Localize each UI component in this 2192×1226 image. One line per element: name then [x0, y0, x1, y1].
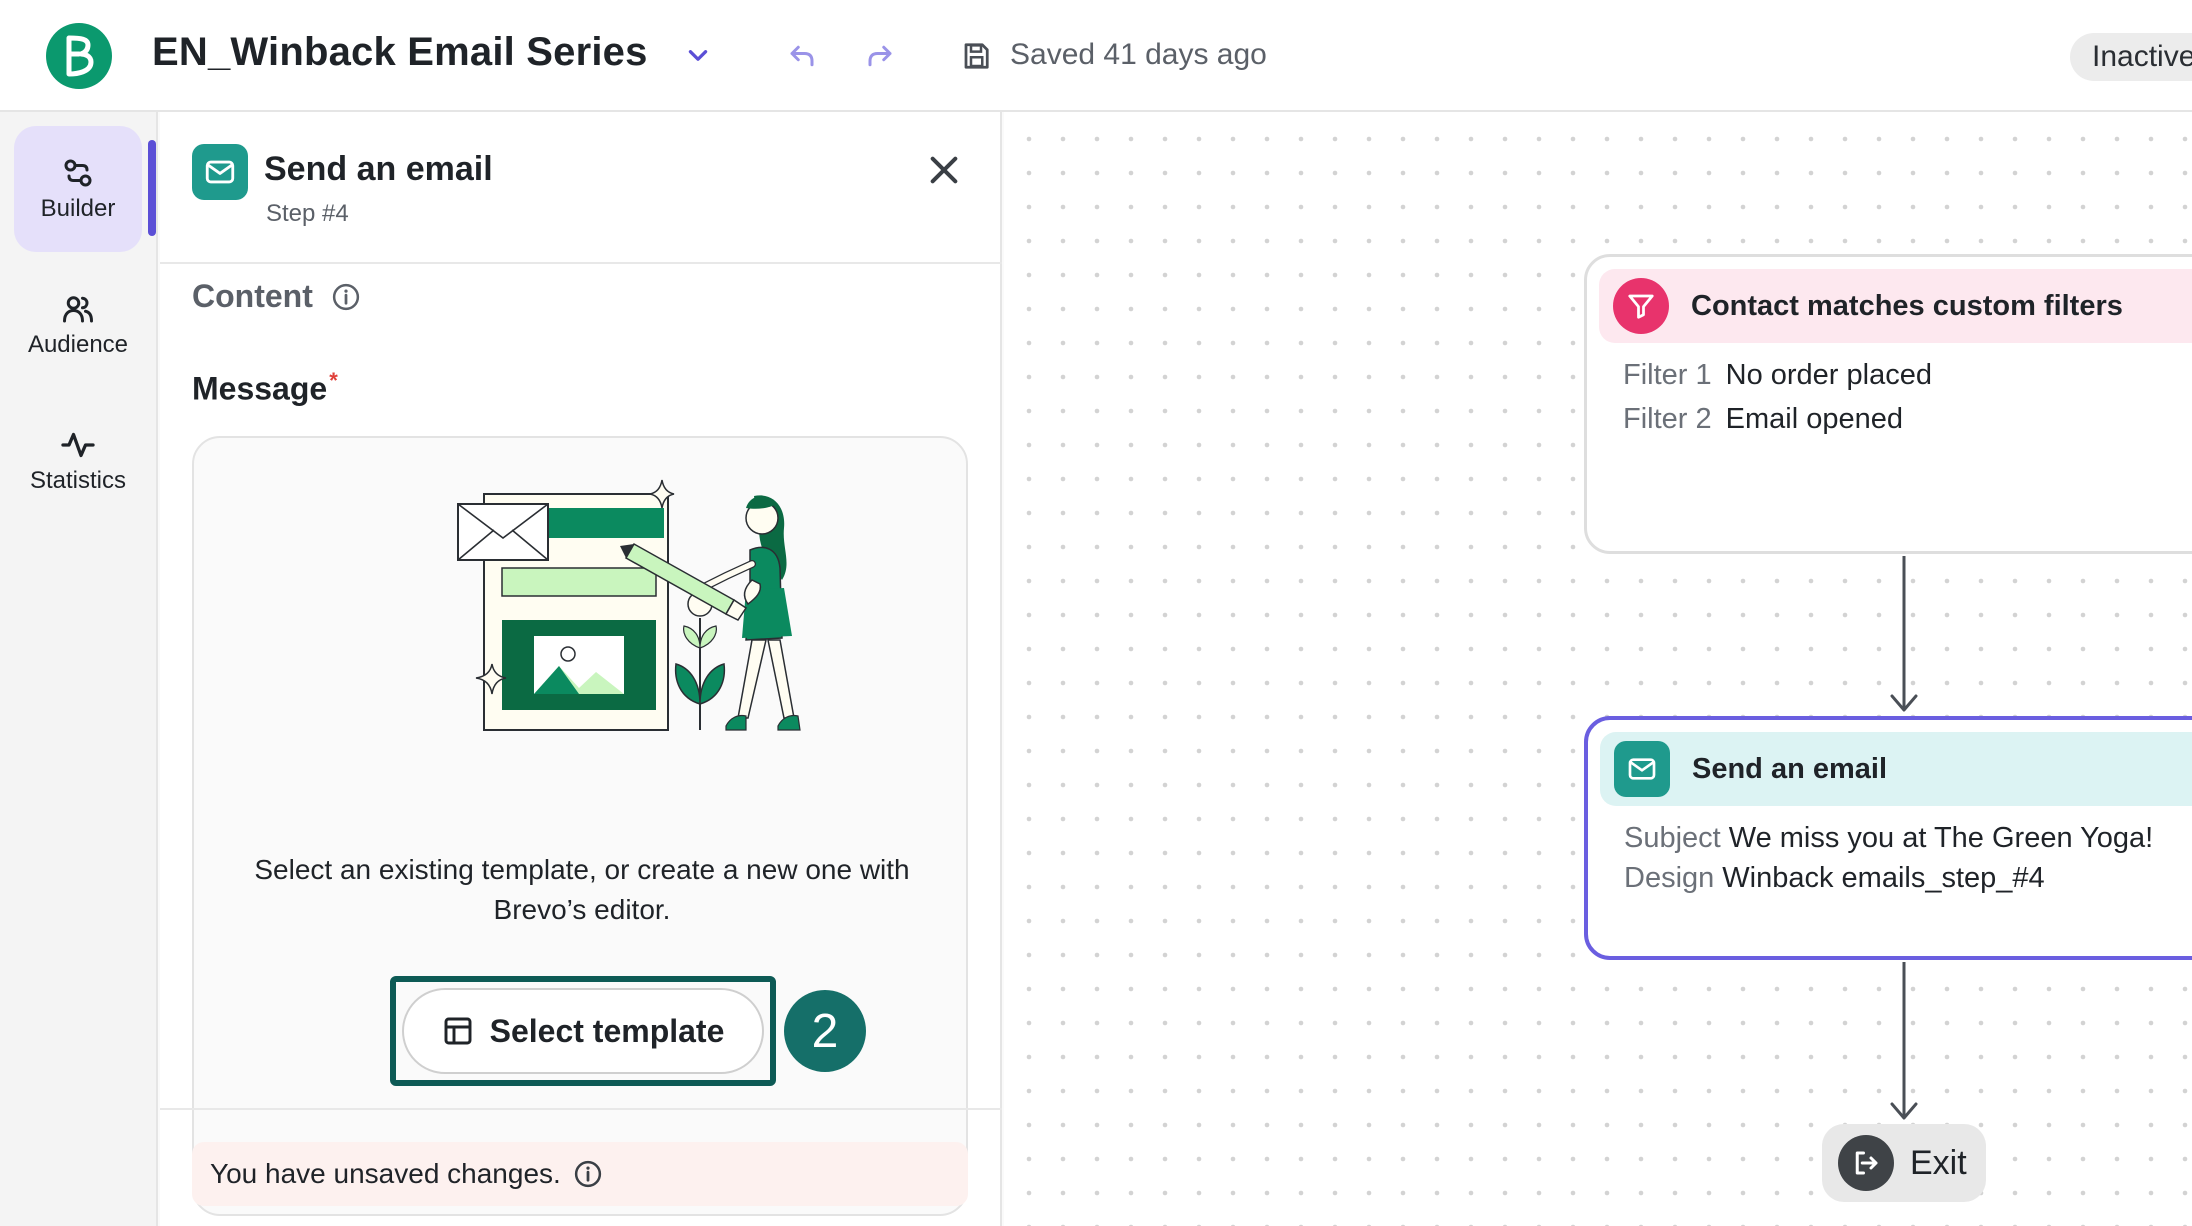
subject-value: We miss you at The Green Yoga! — [1728, 822, 2154, 854]
email-node-header: Send an email — [1600, 732, 2192, 806]
template-description: Select an existing template, or create a… — [254, 854, 910, 925]
filter-key: Filter 1 — [1623, 359, 1712, 391]
message-label: Message* — [192, 368, 338, 408]
exit-label: Exit — [1910, 1143, 1967, 1182]
brevo-logo[interactable] — [46, 23, 112, 89]
brevo-logo-icon — [66, 35, 94, 77]
workflow-title[interactable]: EN_Winback Email Series — [152, 30, 648, 75]
unsaved-changes-notice: You have unsaved changes. — [192, 1142, 968, 1206]
email-design-row: Design Winback emails_step_#4 — [1624, 862, 2045, 895]
required-marker: * — [329, 368, 338, 393]
active-indicator — [148, 140, 156, 236]
info-icon[interactable] — [573, 1159, 603, 1189]
template-icon — [444, 1017, 472, 1045]
email-icon — [1614, 741, 1670, 797]
panel-divider — [160, 1108, 1002, 1110]
filter-node-header: Contact matches custom filters — [1599, 269, 2192, 343]
content-label-text: Content — [192, 278, 313, 314]
email-icon — [192, 144, 248, 200]
template-card: Select an existing template, or create a… — [192, 436, 968, 1216]
unsaved-changes-text: You have unsaved changes. — [210, 1158, 561, 1189]
top-bar: EN_Winback Email Series Saved 41 days ag… — [0, 0, 2192, 112]
send-email-node[interactable]: Send an email Subject We miss you at The … — [1584, 716, 2192, 960]
email-template-illustration — [457, 479, 801, 731]
email-node-title: Send an email — [1692, 752, 1888, 785]
builder-icon — [64, 159, 92, 187]
step-settings-panel: Send an email Step #4 Content Message* S… — [160, 112, 1002, 1226]
subject-key: Subject — [1624, 822, 1721, 854]
select-template-button[interactable]: Select template — [402, 988, 764, 1074]
save-icon — [958, 38, 994, 74]
chevron-down-icon[interactable] — [680, 38, 716, 74]
undo-icon[interactable] — [784, 38, 820, 74]
design-key: Design — [1624, 862, 1715, 894]
panel-header: Send an email Step #4 — [160, 112, 1002, 264]
nav-label-statistics: Statistics — [29, 467, 127, 494]
saved-status: Saved 41 days ago — [1010, 38, 1267, 71]
nav-item-audience[interactable]: Audience — [14, 262, 142, 388]
left-nav: Builder Audience Statistics — [0, 112, 158, 1226]
exit-node[interactable]: Exit — [1822, 1124, 1986, 1202]
filter-node[interactable]: Contact matches custom filters Filter 1 N… — [1584, 254, 2192, 554]
users-icon — [63, 296, 93, 323]
email-subject-row: Subject We miss you at The Green Yoga! — [1624, 822, 2153, 855]
status-badge[interactable]: Inactive — [2070, 33, 2192, 81]
select-template-label: Select template — [489, 1012, 725, 1049]
nav-item-builder[interactable]: Builder — [14, 126, 142, 252]
close-icon[interactable] — [922, 148, 966, 192]
exit-icon — [1838, 1135, 1894, 1191]
filter-node-title: Contact matches custom filters — [1691, 289, 2123, 322]
nav-item-statistics[interactable]: Statistics — [14, 398, 142, 524]
design-value: Winback emails_step_#4 — [1722, 862, 2045, 894]
panel-step-number: Step #4 — [266, 200, 349, 227]
info-icon[interactable] — [331, 282, 361, 312]
step-number-badge: 2 — [784, 990, 866, 1072]
nav-label-audience: Audience — [27, 331, 129, 358]
message-label-text: Message — [192, 370, 328, 407]
filter-key: Filter 2 — [1623, 403, 1712, 435]
panel-title: Send an email — [264, 150, 493, 188]
filter-value: No order placed — [1725, 359, 1932, 391]
filter-value: Email opened — [1725, 403, 1903, 435]
filter-icon — [1613, 278, 1669, 334]
nav-label-builder: Builder — [40, 195, 116, 222]
activity-icon — [61, 432, 95, 458]
redo-icon[interactable] — [862, 38, 898, 74]
filter-row: Filter 2 Email opened — [1623, 403, 1903, 436]
filter-row: Filter 1 No order placed — [1623, 359, 1932, 392]
content-section-label: Content — [192, 278, 361, 315]
